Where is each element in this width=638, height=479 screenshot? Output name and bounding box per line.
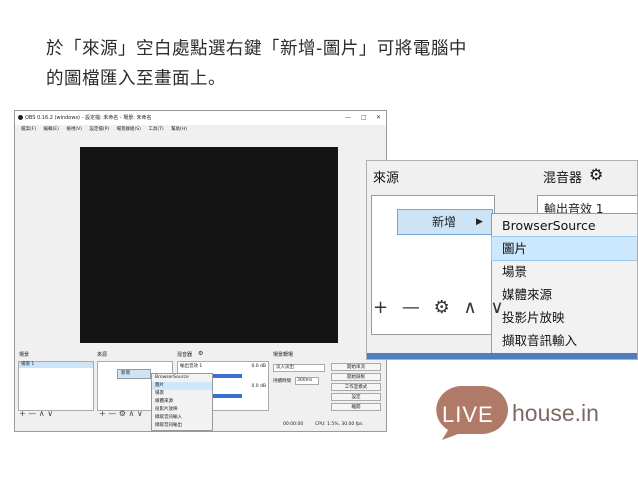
maximize-button[interactable]: □ (361, 111, 367, 125)
obs-preview[interactable] (80, 147, 338, 343)
submenu-arrow-icon: ▶ (476, 217, 483, 227)
scenes-list[interactable]: 場景 1 (18, 361, 94, 411)
mixer-item-2-value: 0.0 dB (251, 384, 266, 389)
transition-select[interactable]: 淡入淡出 (273, 364, 325, 372)
scene-item[interactable]: 場景 1 (19, 362, 93, 368)
minimize-button[interactable]: — (345, 111, 351, 125)
start-recording-button[interactable]: 開始錄製 (331, 373, 381, 381)
mixer-item-1-value: 0.0 dB (251, 364, 266, 369)
close-button[interactable]: ✕ (376, 111, 381, 125)
zoom-add-menu-item[interactable]: 新增 ▶ (397, 209, 493, 235)
instruction-text: 於「來源」空白處點選右鍵「新增-圖片」可將電腦中 的圖檔匯入至畫面上。 (46, 34, 467, 94)
studio-mode-button[interactable]: 工作室模式 (331, 383, 381, 391)
mixer-gear-icon[interactable]: ⚙ (198, 350, 203, 357)
context-add-label: 新增 (121, 371, 130, 376)
instruction-line-1: 於「來源」空白處點選右鍵「新增-圖片」可將電腦中 (46, 39, 467, 59)
instruction-line-2: 的圖檔匯入至畫面上。 (46, 69, 226, 89)
menu-help[interactable]: 幫助(H) (171, 127, 187, 132)
obs-logo-icon (18, 115, 23, 120)
zoom-sources-tools: + — ⚙ ∧ ∨ (373, 297, 508, 318)
zoom-mixer-label: 混音器 (543, 171, 583, 186)
move-down-icon[interactable]: ∨ (490, 297, 507, 318)
zoom-add-label: 新增 (432, 215, 457, 229)
zoom-submenu: BrowserSource 圖片 場景 媒體來源 投影片放映 擷取音訊輸入 (491, 213, 637, 359)
menu-edit[interactable]: 編輯(E) (44, 127, 59, 132)
move-up-icon[interactable]: ∧ (463, 297, 480, 318)
start-streaming-button[interactable]: 開始串流 (331, 363, 381, 371)
submenu-image[interactable]: 圖片 (491, 236, 637, 261)
submenu-slideshow[interactable]: 投影片放映 (492, 306, 637, 329)
sources-tools[interactable]: + — ⚙ ∧ ∨ (99, 410, 143, 418)
duration-label: 持續時間 (273, 379, 291, 384)
zoom-bottom-bar (367, 353, 637, 359)
zoom-panel: 來源 混音器 ⚙ 輸出音效 1 新增 ▶ BrowserSource 圖片 場景… (366, 160, 638, 360)
scenes-label: 場景 (19, 352, 30, 358)
ctx-scene[interactable]: 場景 (152, 390, 212, 398)
transitions-label: 場景轉場 (273, 352, 294, 358)
obs-statusbar: 00:00:00 CPU: 1.5%, 30.00 fps (15, 419, 386, 431)
menu-view[interactable]: 檢視(V) (66, 127, 82, 132)
submenu-browsersource[interactable]: BrowserSource (492, 214, 637, 237)
menu-tools[interactable]: 工具(T) (148, 127, 163, 132)
submenu-media-source[interactable]: 媒體來源 (492, 283, 637, 306)
zoom-mixer-gear-icon[interactable]: ⚙ (589, 165, 603, 184)
sources-label: 來源 (97, 352, 108, 358)
ctx-image[interactable]: 圖片 (152, 382, 212, 390)
ctx-slideshow[interactable]: 投影片放映 (152, 406, 212, 414)
menu-scene-collection[interactable]: 場景群組(S) (117, 127, 141, 132)
gear-icon[interactable]: ⚙ (434, 297, 454, 318)
duration-input[interactable]: 300ms (295, 377, 319, 385)
obs-titlebar: OBS 0.16.2 (windows) - 設定檔: 未命名 - 場景: 未命… (15, 111, 386, 125)
remove-icon[interactable]: — (402, 297, 424, 318)
settings-button[interactable]: 設定 (331, 393, 381, 401)
ctx-browsersource[interactable]: BrowserSource (152, 374, 212, 382)
obs-window: OBS 0.16.2 (windows) - 設定檔: 未命名 - 場景: 未命… (14, 110, 387, 432)
status-cpu: CPU: 1.5%, 30.00 fps (315, 422, 363, 427)
mixer-label: 混音器 (177, 352, 193, 358)
context-add-item[interactable]: 新增 (117, 369, 151, 379)
logo-text: house.in (512, 400, 599, 426)
menu-file[interactable]: 檔案(F) (21, 127, 36, 132)
ctx-media-source[interactable]: 媒體來源 (152, 398, 212, 406)
logo-bubble-text: LIVE (442, 402, 494, 427)
scenes-tools[interactable]: + — ∧ ∨ (19, 410, 53, 418)
status-time: 00:00:00 (283, 422, 304, 427)
obs-menubar: 檔案(F) 編輯(E) 檢視(V) 設定檔(P) 場景群組(S) 工具(T) 幫… (15, 125, 386, 135)
submenu-audio-input[interactable]: 擷取音訊輸入 (492, 329, 637, 352)
mixer-item-1: 輸出音效 1 0.0 dB (178, 364, 268, 370)
submenu-scene[interactable]: 場景 (492, 260, 637, 283)
add-icon[interactable]: + (373, 297, 392, 318)
mixer-item-1-label: 輸出音效 1 (180, 364, 203, 369)
zoom-sources-label: 來源 (373, 171, 400, 186)
obs-window-title: OBS 0.16.2 (windows) - 設定檔: 未命名 - 場景: 未命… (25, 115, 152, 121)
exit-button[interactable]: 離開 (331, 403, 381, 411)
menu-profile[interactable]: 設定檔(P) (89, 127, 109, 132)
